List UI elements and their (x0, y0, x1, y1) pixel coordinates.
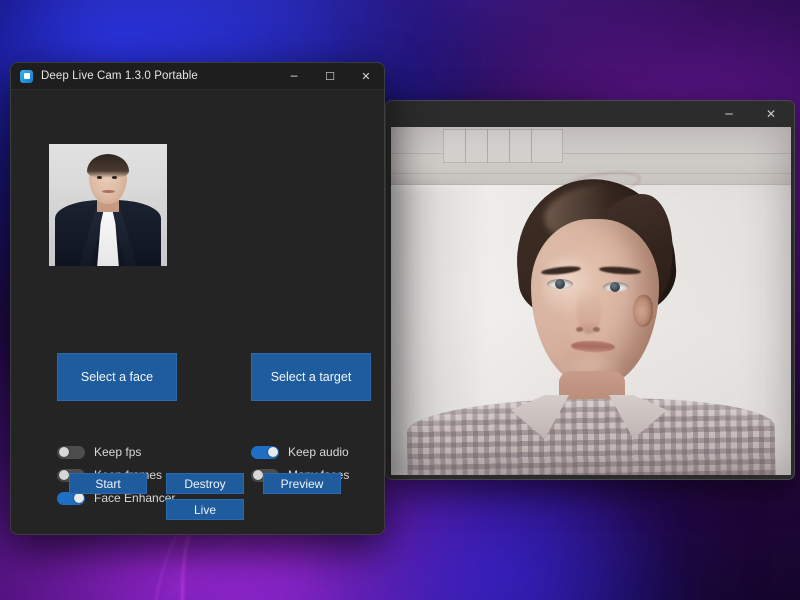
face-preview-mouth (102, 190, 115, 193)
live-button[interactable]: Live (166, 499, 244, 520)
face-preview-eye-left (97, 176, 102, 179)
switch-knob (59, 447, 69, 457)
video-subject-ear (633, 295, 653, 327)
desktop-wallpaper: ─ ✕ (0, 0, 800, 600)
start-button[interactable]: Start (69, 473, 147, 494)
source-face-preview[interactable] (49, 144, 167, 266)
deep-live-cam-window[interactable]: Deep Live Cam 1.3.0 Portable ─ ☐ ✕ (10, 62, 385, 535)
window-controls: ─ ☐ ✕ (276, 63, 384, 90)
video-subject-checkered-shirt (406, 396, 776, 475)
video-subject-nostril-left (576, 327, 583, 332)
switch-knob (59, 470, 69, 480)
switch-knob (253, 470, 263, 480)
select-target-button[interactable]: Select a target (251, 353, 371, 401)
select-face-button[interactable]: Select a face (57, 353, 177, 401)
app-window-title: Deep Live Cam 1.3.0 Portable (41, 70, 198, 82)
webcam-preview-window[interactable]: ─ ✕ (385, 100, 795, 480)
toggle-keep-audio[interactable]: Keep audio (251, 445, 349, 459)
video-ceiling-panel (443, 129, 563, 163)
video-subject-iris-left (555, 279, 565, 289)
keep-fps-label: Keep fps (94, 445, 141, 459)
switch-knob (74, 493, 84, 503)
destroy-button[interactable]: Destroy (166, 473, 244, 494)
switch-knob (268, 447, 278, 457)
webcam-minimize-icon[interactable]: ─ (708, 101, 750, 127)
keep-fps-switch[interactable] (57, 446, 85, 459)
minimize-icon[interactable]: ─ (276, 63, 312, 90)
webcam-video-feed (391, 127, 791, 475)
video-subject-nostril-right (593, 327, 600, 332)
face-preview-eye-right (112, 176, 117, 179)
app-titlebar[interactable]: Deep Live Cam 1.3.0 Portable ─ ☐ ✕ (11, 63, 384, 90)
toggle-keep-fps[interactable]: Keep fps (57, 445, 141, 459)
app-logo-icon (20, 70, 33, 83)
close-icon[interactable]: ✕ (348, 63, 384, 90)
webcam-close-icon[interactable]: ✕ (750, 101, 792, 127)
video-subject-iris-right (610, 282, 620, 292)
keep-audio-switch[interactable] (251, 446, 279, 459)
keep-audio-label: Keep audio (288, 445, 349, 459)
preview-button[interactable]: Preview (263, 473, 341, 494)
webcam-window-titlebar[interactable]: ─ ✕ (386, 101, 794, 127)
app-body: Select a face Select a target Keep fps K… (11, 90, 384, 535)
maximize-icon[interactable]: ☐ (312, 63, 348, 90)
